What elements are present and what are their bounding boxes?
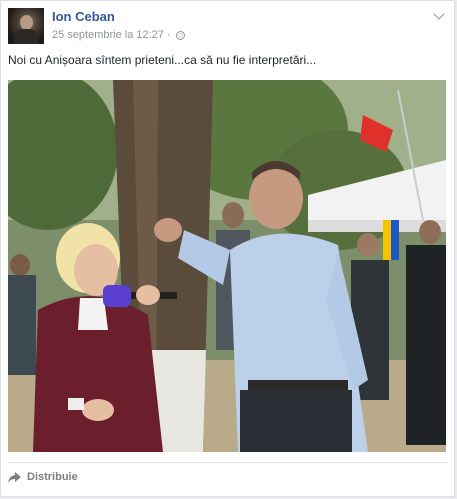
post-timestamp[interactable]: 25 septembrie la 12:27 bbox=[52, 29, 164, 41]
post-meta: 25 septembrie la 12:27 · bbox=[52, 29, 185, 41]
chevron-down-icon[interactable] bbox=[433, 8, 445, 20]
share-arrow-icon bbox=[8, 471, 21, 483]
post-photo[interactable] bbox=[8, 80, 446, 452]
share-label: Distribuie bbox=[27, 471, 78, 483]
globe-icon[interactable] bbox=[175, 30, 185, 40]
dot-separator: · bbox=[166, 29, 171, 41]
author-avatar[interactable] bbox=[8, 8, 44, 44]
footer-divider bbox=[8, 462, 448, 463]
post-text: Noi cu Anișoara sîntem prieteni...ca să … bbox=[8, 53, 317, 67]
author-name-link[interactable]: Ion Ceban bbox=[52, 9, 115, 24]
share-button[interactable]: Distribuie bbox=[8, 471, 78, 483]
feed-post: Ion Ceban 25 septembrie la 12:27 · Noi c… bbox=[0, 0, 455, 497]
